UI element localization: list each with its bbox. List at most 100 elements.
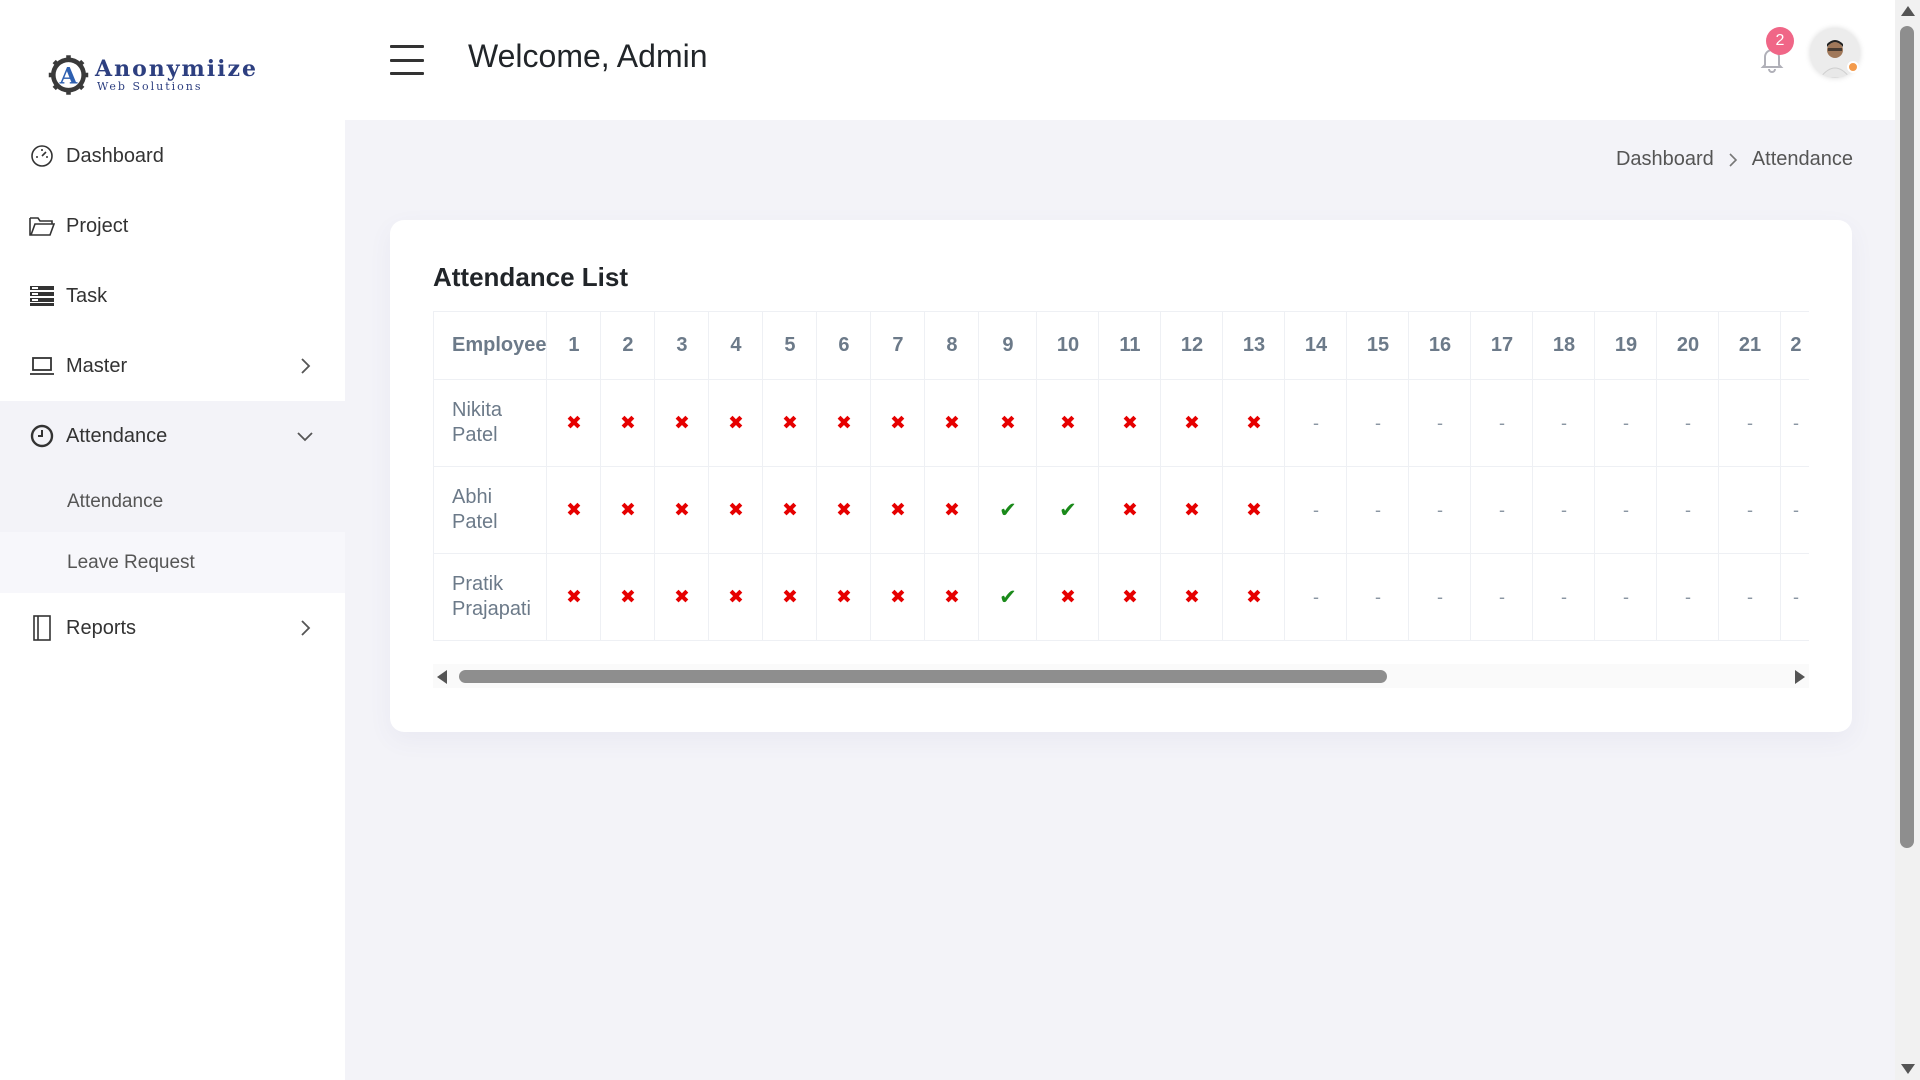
absent-cross-icon: ✖: [728, 499, 744, 521]
brand-logo[interactable]: A Anonymiize Web Solutions: [48, 46, 258, 104]
attendance-cell: ✖: [816, 379, 872, 467]
horizontal-scroll-thumb[interactable]: [459, 670, 1387, 683]
absent-cross-icon: ✖: [674, 586, 690, 608]
employee-name-cell: Abhi Patel: [433, 466, 548, 554]
employee-last-name: Patel: [452, 424, 498, 446]
attendance-cell: ✖: [816, 553, 872, 641]
absent-cross-icon: ✖: [728, 412, 744, 434]
attendance-cell: -: [1346, 466, 1410, 554]
day-column-header: 21: [1718, 311, 1782, 380]
day-column-header: 6: [816, 311, 872, 380]
attendance-table-scroll[interactable]: Employee 1 2 3 4 5 6 7 8 9 10 11 12 13 14 15 16 17 18 19 20…: [433, 311, 1809, 641]
menu-toggle-button[interactable]: [390, 45, 424, 75]
scroll-right-arrow-icon[interactable]: [1795, 670, 1805, 684]
horizontal-scrollbar[interactable]: [433, 664, 1809, 688]
employee-column-header: Employee: [433, 311, 548, 380]
no-record-dash: -: [1312, 499, 1319, 520]
breadcrumb-home-link[interactable]: Dashboard: [1616, 148, 1714, 171]
table-row: Pratik Prajapati ✖ ✖ ✖ ✖ ✖ ✖ ✖ ✖ ✔ ✖ ✖ ✖ ✖ - - - - - - - - -: [433, 553, 1809, 641]
sidebar-subitem-leave-request[interactable]: Leave Request: [0, 532, 345, 593]
table-header-row: Employee 1 2 3 4 5 6 7 8 9 10 11 12 13 14 15 16 17 18 19 20…: [433, 311, 1809, 380]
chevron-down-icon: [295, 426, 315, 446]
attendance-cell: ✖: [762, 379, 818, 467]
server-stack-icon: [28, 282, 56, 310]
clock-icon: [28, 422, 56, 450]
absent-cross-icon: ✖: [1060, 412, 1076, 434]
absent-cross-icon: ✖: [728, 586, 744, 608]
attendance-cell: -: [1718, 553, 1782, 641]
attendance-cell: ✖: [654, 379, 710, 467]
employee-name-cell: Pratik Prajapati: [433, 553, 548, 641]
vertical-scroll-thumb[interactable]: [1900, 26, 1914, 848]
attendance-cell: ✖: [924, 553, 980, 641]
attendance-cell: -: [1408, 553, 1472, 641]
attendance-cell: ✖: [870, 553, 926, 641]
absent-cross-icon: ✖: [944, 412, 960, 434]
attendance-cell: -: [1470, 379, 1534, 467]
notification-badge[interactable]: 2: [1766, 27, 1794, 55]
attendance-cell: ✔: [978, 466, 1038, 554]
attendance-cell: -: [1532, 379, 1596, 467]
no-record-dash: -: [1374, 412, 1381, 433]
no-record-dash: -: [1746, 586, 1753, 607]
absent-cross-icon: ✖: [1184, 586, 1200, 608]
welcome-title: Welcome, Admin: [468, 38, 708, 74]
absent-cross-icon: ✖: [1246, 586, 1262, 608]
sidebar-item-attendance[interactable]: Attendance: [0, 401, 345, 471]
attendance-cell: -: [1408, 466, 1472, 554]
no-record-dash: -: [1498, 499, 1505, 520]
no-record-dash: -: [1498, 586, 1505, 607]
attendance-cell: -: [1594, 553, 1658, 641]
scroll-up-arrow-icon[interactable]: [1901, 6, 1915, 16]
sidebar-item-task[interactable]: Task: [0, 261, 345, 331]
attendance-cell: -: [1656, 466, 1720, 554]
hamburger-line: [390, 72, 424, 75]
absent-cross-icon: ✖: [836, 499, 852, 521]
attendance-cell: ✖: [1098, 553, 1162, 641]
attendance-cell: ✖: [978, 379, 1038, 467]
sidebar-item-dashboard[interactable]: Dashboard: [0, 121, 345, 191]
attendance-table: Employee 1 2 3 4 5 6 7 8 9 10 11 12 13 14 15 16 17 18 19 20…: [433, 311, 1809, 641]
attendance-cell: -: [1594, 466, 1658, 554]
breadcrumb: Dashboard Attendance: [1616, 148, 1853, 171]
absent-cross-icon: ✖: [836, 586, 852, 608]
attendance-cell: ✖: [1160, 466, 1224, 554]
no-record-dash: -: [1560, 412, 1567, 433]
attendance-cell: -: [1284, 466, 1348, 554]
attendance-cell: -: [1656, 553, 1720, 641]
attendance-cell: ✖: [654, 553, 710, 641]
folder-open-icon: [28, 212, 56, 240]
page-vertical-scrollbar[interactable]: [1895, 0, 1920, 1080]
absent-cross-icon: ✖: [890, 586, 906, 608]
scroll-left-arrow-icon[interactable]: [437, 670, 447, 684]
attendance-cell: -: [1532, 553, 1596, 641]
attendance-cell: ✖: [708, 379, 764, 467]
attendance-cell: -: [1470, 553, 1534, 641]
absent-cross-icon: ✖: [836, 412, 852, 434]
sidebar-nav: Dashboard Project Task Master Attendance…: [0, 121, 345, 663]
gear-logo-icon: A: [48, 55, 89, 95]
day-column-header: 13: [1222, 311, 1286, 380]
no-record-dash: -: [1684, 586, 1691, 607]
no-record-dash: -: [1622, 586, 1629, 607]
sidebar-item-reports[interactable]: Reports: [0, 593, 345, 663]
sidebar-item-master[interactable]: Master: [0, 331, 345, 401]
absent-cross-icon: ✖: [1122, 412, 1138, 434]
day-column-header: 14: [1284, 311, 1348, 380]
scroll-down-arrow-icon[interactable]: [1901, 1064, 1915, 1074]
absent-cross-icon: ✖: [782, 586, 798, 608]
absent-cross-icon: ✖: [944, 586, 960, 608]
sidebar-item-project[interactable]: Project: [0, 191, 345, 261]
day-column-header: 12: [1160, 311, 1224, 380]
sidebar-item-label: Project: [66, 214, 129, 237]
employee-first-name: Nikita: [452, 399, 503, 421]
attendance-cell: ✖: [1222, 379, 1286, 467]
no-record-dash: -: [1312, 586, 1319, 607]
employee-name-cell: Nikita Patel: [433, 379, 548, 467]
employee-last-name: Prajapati: [452, 598, 531, 620]
attendance-cell: ✖: [708, 553, 764, 641]
brand-tagline: Web Solutions: [97, 80, 203, 93]
absent-cross-icon: ✖: [890, 412, 906, 434]
sidebar-subitem-attendance[interactable]: Attendance: [0, 471, 345, 532]
absent-cross-icon: ✖: [1246, 499, 1262, 521]
